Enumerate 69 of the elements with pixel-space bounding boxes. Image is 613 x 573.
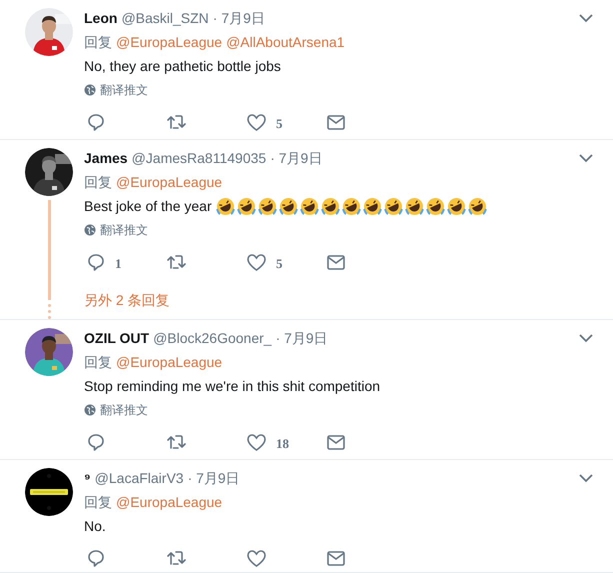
mention-link[interactable]: @EuropaLeague bbox=[116, 172, 222, 192]
reply-label: 回复 bbox=[84, 492, 112, 512]
tweet-text: No. bbox=[84, 516, 106, 536]
like-count: 5 bbox=[276, 115, 282, 134]
user-name[interactable]: Leon bbox=[84, 8, 118, 28]
laughing-emoji-icon bbox=[446, 196, 466, 216]
laughing-emoji-icon bbox=[258, 196, 277, 216]
reply-count: 1 bbox=[115, 255, 122, 274]
user-handle[interactable]: @Block26Gooner_ bbox=[153, 328, 272, 348]
reply-label: 回复 bbox=[84, 352, 112, 372]
like-count: 5 bbox=[276, 255, 282, 274]
laughing-emoji-icon bbox=[404, 196, 424, 216]
envelope-icon[interactable] bbox=[327, 254, 345, 270]
tweet-text: Best joke of the year bbox=[84, 196, 212, 216]
tweet-date[interactable]: · 7月9日 bbox=[212, 8, 265, 28]
retweet-icon[interactable] bbox=[167, 254, 187, 270]
chevron-down-icon[interactable] bbox=[579, 14, 593, 22]
reply-label: 回复 bbox=[84, 32, 112, 52]
laughing-emoji-icon bbox=[216, 196, 235, 216]
heart-icon[interactable] bbox=[247, 434, 266, 450]
mention-link[interactable]: @AllAboutArsena1 bbox=[226, 32, 345, 52]
reply-label: 回复 bbox=[84, 172, 112, 192]
user-handle[interactable]: @Baskil_SZN bbox=[121, 8, 209, 28]
laughing-emoji-icon bbox=[236, 196, 256, 216]
translate-link[interactable]: 翻译推文 bbox=[100, 401, 148, 419]
mention-link[interactable]: @EuropaLeague bbox=[116, 32, 222, 52]
reply-icon[interactable] bbox=[87, 549, 105, 567]
user-handle[interactable]: @JamesRa81149035 bbox=[132, 148, 266, 168]
laughing-emoji-icon bbox=[362, 196, 382, 216]
heart-icon[interactable] bbox=[247, 114, 266, 130]
reply-icon[interactable] bbox=[87, 113, 105, 131]
laughing-emoji-icon bbox=[426, 196, 445, 216]
laughing-emoji-icon bbox=[300, 196, 319, 216]
like-count: 18 bbox=[276, 435, 289, 454]
tweet-text: Stop reminding me we're in this shit competition bbox=[84, 376, 380, 396]
globe-icon bbox=[84, 84, 96, 96]
laughing-emoji-icon bbox=[278, 196, 298, 216]
laughing-emoji-icon bbox=[342, 196, 361, 216]
chevron-down-icon[interactable] bbox=[579, 154, 593, 162]
globe-icon bbox=[84, 224, 96, 236]
envelope-icon[interactable] bbox=[327, 550, 345, 566]
user-name[interactable]: James bbox=[84, 148, 128, 168]
heart-icon[interactable] bbox=[247, 550, 266, 566]
translate-link[interactable]: 翻译推文 bbox=[100, 221, 148, 239]
retweet-icon[interactable] bbox=[167, 114, 187, 130]
heart-icon[interactable] bbox=[247, 254, 266, 270]
more-replies-link[interactable]: 另外 2 条回复 bbox=[84, 290, 170, 311]
tweet-date[interactable]: · 7月9日 bbox=[188, 468, 240, 488]
globe-icon bbox=[84, 404, 96, 416]
tweet-text: No, they are pathetic bottle jobs bbox=[84, 56, 281, 76]
retweet-icon[interactable] bbox=[167, 434, 187, 450]
laughing-emoji-icon bbox=[320, 196, 340, 216]
user-handle[interactable]: @LacaFlairV3 bbox=[94, 468, 184, 488]
reply-icon[interactable] bbox=[87, 253, 105, 271]
tweet-date[interactable]: · 7月9日 bbox=[270, 148, 322, 168]
mention-link[interactable]: @EuropaLeague bbox=[116, 492, 222, 512]
chevron-down-icon[interactable] bbox=[579, 334, 593, 342]
retweet-icon[interactable] bbox=[167, 550, 187, 566]
laughing-emoji-icon bbox=[468, 196, 487, 216]
chevron-down-icon[interactable] bbox=[579, 474, 593, 482]
mention-link[interactable]: @EuropaLeague bbox=[116, 352, 222, 372]
laughing-emoji-icon bbox=[384, 196, 403, 216]
tweet-date[interactable]: · 7月9日 bbox=[276, 328, 328, 348]
user-name[interactable]: ⁹ bbox=[84, 468, 91, 488]
envelope-icon[interactable] bbox=[327, 434, 345, 450]
translate-link[interactable]: 翻译推文 bbox=[100, 81, 148, 99]
envelope-icon[interactable] bbox=[327, 114, 345, 130]
reply-icon[interactable] bbox=[87, 433, 105, 451]
user-name[interactable]: OZIL OUT bbox=[84, 328, 150, 348]
